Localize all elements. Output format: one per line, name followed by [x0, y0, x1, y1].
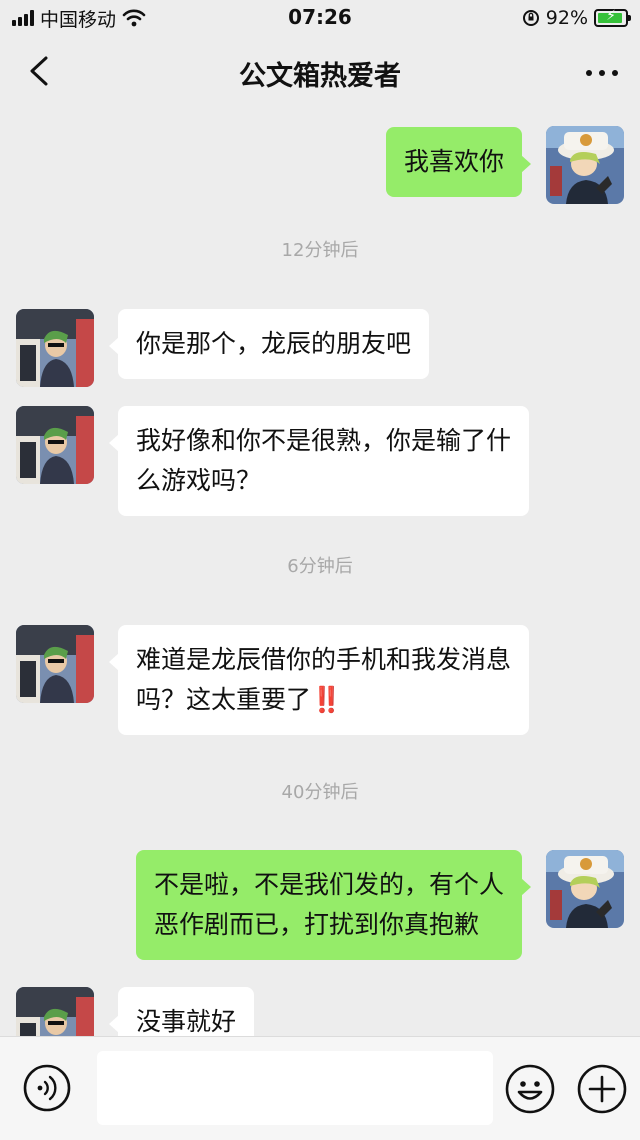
message-row: 我喜欢你 — [0, 126, 640, 206]
message-text: 没事就好 — [136, 1007, 237, 1036]
message-text: 难道是龙辰借你的手机和我发消息 — [136, 645, 512, 674]
outgoing-message[interactable]: 我喜欢你 — [385, 127, 532, 197]
my-avatar[interactable] — [546, 850, 624, 928]
message-row: 不是啦，不是我们发的，有个人 恶作剧而已，打扰到你真抱歉 — [0, 850, 640, 968]
voice-input-icon[interactable] — [22, 1063, 72, 1113]
message-row: 你是那个，龙辰的朋友吧 — [0, 309, 640, 389]
double-exclamation-emoji: ‼️ — [311, 685, 342, 714]
status-bar: 中国移动 07:26 92% ⚡ — [0, 0, 640, 36]
message-text: 不是啦，不是我们发的，有个人 — [153, 870, 504, 899]
message-row: 难道是龙辰借你的手机和我发消息 吗？这太重要了‼️ — [0, 625, 640, 745]
timestamp: 12分钟后 — [281, 240, 359, 261]
message-text-line: 吗？这太重要了‼️ — [136, 680, 511, 720]
timestamp: 40分钟后 — [281, 782, 359, 803]
chat-area[interactable]: 我喜欢你 12分钟后 你是那个，龙辰的朋友吧 我好像和你不是很熟，你是输了什 么… — [0, 112, 640, 1036]
message-row: 我好像和你不是很熟，你是输了什 么游戏吗？ — [0, 406, 640, 518]
message-text: 我喜欢你 — [403, 147, 504, 176]
contact-avatar[interactable] — [16, 987, 94, 1036]
contact-avatar[interactable] — [16, 309, 94, 387]
message-text: 吗？这太重要了 — [136, 685, 312, 714]
battery-percent: 92% — [545, 7, 588, 29]
battery-icon: ⚡ — [594, 8, 631, 27]
my-avatar[interactable] — [546, 126, 624, 204]
outgoing-message[interactable]: 不是啦，不是我们发的，有个人 恶作剧而已，打扰到你真抱歉 — [135, 850, 532, 960]
chat-title: 公文箱热爱者 — [239, 61, 401, 92]
incoming-message[interactable]: 难道是龙辰借你的手机和我发消息 吗？这太重要了‼️ — [108, 625, 530, 735]
contact-avatar[interactable] — [16, 406, 94, 484]
more-options-icon[interactable] — [586, 70, 618, 76]
charging-bolt-icon: ⚡ — [606, 8, 616, 24]
message-text: 你是那个，龙辰的朋友吧 — [136, 329, 412, 358]
contact-avatar[interactable] — [16, 625, 94, 703]
message-text: 我好像和你不是很熟，你是输了什 — [136, 426, 512, 455]
message-input[interactable] — [97, 1051, 493, 1125]
message-text: 么游戏吗？ — [136, 466, 262, 495]
incoming-message[interactable]: 你是那个，龙辰的朋友吧 — [108, 309, 430, 379]
incoming-message[interactable]: 没事就好 — [108, 987, 255, 1036]
input-bar — [0, 1036, 640, 1140]
message-row: 没事就好 — [0, 987, 640, 1036]
orientation-lock-icon — [522, 10, 539, 26]
emoji-icon[interactable] — [504, 1063, 556, 1115]
timestamp: 6分钟后 — [287, 556, 353, 577]
status-right: 92% ⚡ — [522, 6, 631, 30]
nav-bar: 公文箱热爱者 — [0, 36, 640, 112]
message-text: 恶作剧而已，打扰到你真抱歉 — [153, 910, 479, 939]
incoming-message[interactable]: 我好像和你不是很熟，你是输了什 么游戏吗？ — [108, 406, 530, 516]
plus-icon[interactable] — [576, 1063, 628, 1115]
